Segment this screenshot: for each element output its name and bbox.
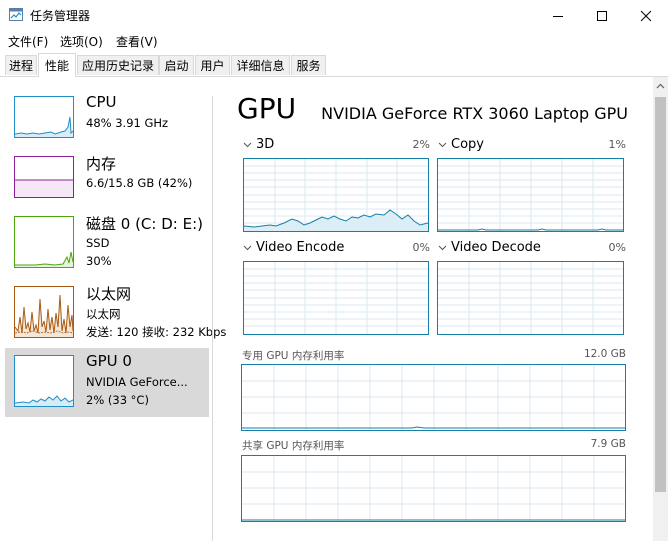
scroll-up-icon[interactable] — [656, 83, 665, 89]
disk-type: SSD — [86, 236, 110, 250]
gpu-model-name: NVIDIA GeForce RTX 3060 Laptop GPU — [321, 104, 628, 123]
menu-options[interactable]: 选项(O) — [60, 33, 103, 50]
minimize-button[interactable] — [536, 0, 580, 31]
pane-divider[interactable] — [212, 96, 213, 541]
tab-performance[interactable]: 性能 — [38, 53, 76, 77]
graph-video-encode — [243, 261, 429, 335]
sidebar-item-gpu[interactable]: GPU 0 NVIDIA GeForce... 2% (33 °C) — [5, 348, 209, 417]
engine-label-copy: Copy — [451, 137, 484, 152]
gpu-model-short: NVIDIA GeForce... — [86, 375, 188, 389]
engine-selector-3d[interactable]: 3D — [243, 137, 274, 152]
memory-title: 内存 — [86, 155, 117, 173]
engine-label-3d: 3D — [256, 137, 275, 152]
shared-memory-total: 7.9 GB — [590, 438, 626, 450]
engine-label-video-encode: Video Encode — [256, 240, 345, 255]
graph-video-decode — [437, 261, 624, 335]
sidebar-item-cpu[interactable]: CPU 48% 3.91 GHz — [5, 89, 209, 158]
close-button[interactable] — [624, 0, 668, 31]
graph-dedicated-memory — [241, 364, 626, 431]
engine-selector-video-decode[interactable]: Video Decode — [438, 240, 541, 255]
maximize-button[interactable] — [580, 0, 624, 31]
ethernet-title: 以太网 — [86, 285, 132, 303]
sidebar-item-disk[interactable]: 磁盘 0 (C: D: E:) SSD 30% — [5, 209, 209, 278]
tab-details[interactable]: 详细信息 — [231, 55, 290, 75]
disk-thumbnail-graph — [14, 216, 74, 268]
engine-label-video-decode: Video Decode — [451, 240, 541, 255]
tab-strip: 进程 性能 应用历史记录 启动 用户 详细信息 服务 — [0, 51, 668, 77]
chevron-down-icon — [243, 142, 252, 147]
chevron-down-icon — [243, 245, 252, 250]
menu-bar: 文件(F) 选项(O) 查看(V) — [0, 31, 668, 51]
maximize-icon — [597, 10, 607, 21]
title-bar: 任务管理器 — [0, 0, 668, 31]
dedicated-memory-label: 专用 GPU 内存利用率 — [242, 350, 345, 362]
menu-file[interactable]: 文件(F) — [8, 33, 48, 50]
graph-shared-memory — [241, 455, 626, 522]
ethernet-adapter: 以太网 — [86, 307, 121, 321]
engine-selector-video-encode[interactable]: Video Encode — [243, 240, 344, 255]
engine-percent-3d: 2% — [412, 138, 430, 151]
minimize-icon — [553, 15, 563, 17]
gpu-thumbnail-graph — [14, 355, 74, 407]
resource-list: CPU 48% 3.91 GHz 内存 6.6/15.8 GB (42%) 磁盘… — [0, 77, 226, 541]
disk-usage: 30% — [86, 254, 112, 268]
memory-thumbnail-graph — [14, 156, 74, 198]
ethernet-throughput: 发送: 120 接收: 232 Kbps — [86, 325, 227, 339]
memory-usage: 6.6/15.8 GB (42%) — [86, 176, 193, 190]
menu-view[interactable]: 查看(V) — [116, 33, 158, 50]
shared-memory-label: 共享 GPU 内存利用率 — [242, 440, 345, 452]
dedicated-memory-total: 12.0 GB — [583, 348, 626, 360]
engine-percent-video-decode: 0% — [608, 241, 626, 254]
sidebar-item-memory[interactable]: 内存 6.6/15.8 GB (42%) — [5, 149, 209, 218]
cpu-thumbnail-graph — [14, 96, 74, 138]
page-title: GPU — [237, 92, 297, 125]
vertical-scrollbar[interactable] — [653, 77, 668, 541]
sidebar-item-ethernet[interactable]: 以太网 以太网 发送: 120 接收: 232 Kbps — [5, 279, 226, 348]
chevron-down-icon — [438, 142, 447, 147]
tab-app-history[interactable]: 应用历史记录 — [77, 55, 159, 75]
gpu-usage: 2% (33 °C) — [86, 393, 149, 407]
chevron-down-icon — [438, 245, 447, 250]
cpu-title: CPU — [86, 93, 117, 111]
graph-copy — [437, 158, 624, 232]
engine-percent-video-encode: 0% — [412, 241, 430, 254]
tab-services[interactable]: 服务 — [291, 55, 326, 75]
disk-title: 磁盘 0 (C: D: E:) — [86, 215, 203, 233]
engine-selector-copy[interactable]: Copy — [438, 137, 484, 152]
gpu-title: GPU 0 — [86, 352, 132, 370]
graph-3d — [243, 158, 429, 232]
tab-startup[interactable]: 启动 — [159, 55, 194, 75]
window-title: 任务管理器 — [30, 9, 91, 23]
task-manager-icon — [9, 8, 23, 21]
tab-users[interactable]: 用户 — [195, 55, 230, 75]
tab-processes[interactable]: 进程 — [5, 55, 37, 75]
scrollbar-thumb[interactable] — [655, 97, 666, 492]
ethernet-thumbnail-graph — [14, 286, 74, 338]
cpu-usage: 48% 3.91 GHz — [86, 116, 169, 130]
close-icon — [640, 10, 652, 21]
engine-percent-copy: 1% — [608, 138, 626, 151]
